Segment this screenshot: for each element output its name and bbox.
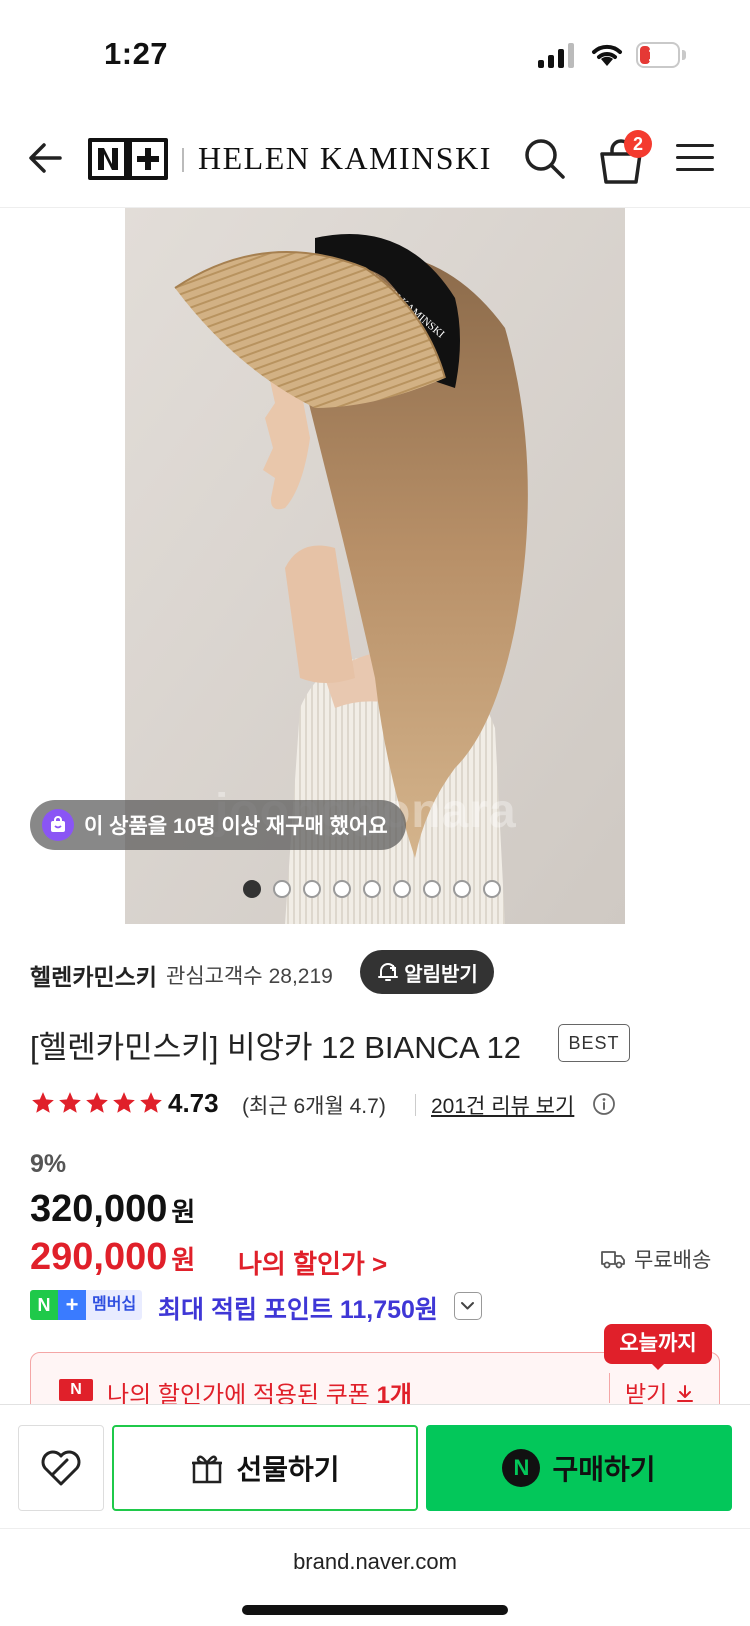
cellular-signal-icon bbox=[538, 42, 576, 68]
my-discount-link[interactable]: 나의 할인가 > bbox=[238, 1244, 387, 1281]
rating-stars bbox=[30, 1090, 164, 1116]
today-tag-pointer bbox=[650, 1362, 666, 1370]
coupon-n-icon: N bbox=[59, 1379, 93, 1401]
back-arrow-icon[interactable] bbox=[24, 136, 68, 180]
truck-icon bbox=[601, 1251, 625, 1269]
wifi-icon bbox=[592, 44, 622, 66]
status-bar: 1:27 10 bbox=[0, 0, 750, 110]
cart-button[interactable]: 2 bbox=[596, 130, 656, 186]
brand-title[interactable]: HELEN KAMINSKI bbox=[198, 140, 492, 177]
star-icon bbox=[59, 1092, 81, 1113]
repurchase-notice: 이 상품을 10명 이상 재구매 했어요 bbox=[30, 800, 406, 850]
star-icon bbox=[32, 1092, 54, 1113]
star-icon bbox=[140, 1092, 162, 1113]
coupon-divider bbox=[609, 1373, 610, 1403]
best-badge: BEST bbox=[558, 1024, 630, 1062]
points-expand-button[interactable] bbox=[454, 1292, 482, 1320]
cart-count-badge: 2 bbox=[624, 130, 652, 158]
currency-unit: 원 bbox=[171, 1197, 196, 1227]
shipping-label: 무료배송 bbox=[634, 1249, 712, 1272]
gift-icon bbox=[192, 1455, 223, 1484]
membership-row: N + 멤버십 최대 적립 포인트 11,750원 bbox=[30, 1290, 730, 1324]
gallery-dot[interactable] bbox=[303, 880, 321, 898]
wishlist-button[interactable] bbox=[18, 1425, 104, 1511]
bottom-action-bar: 선물하기 N 구매하기 bbox=[0, 1404, 750, 1528]
discount-rate: 9% bbox=[30, 1150, 67, 1178]
buy-button-label: 구매하기 bbox=[552, 1454, 656, 1485]
heart-icon bbox=[41, 1450, 81, 1486]
battery-icon: 10 bbox=[636, 42, 680, 68]
gift-button[interactable]: 선물하기 bbox=[112, 1425, 418, 1511]
alarm-button-label: 알림받기 bbox=[404, 963, 478, 986]
gallery-dot[interactable] bbox=[363, 880, 381, 898]
original-price: 320,000 원 bbox=[30, 1188, 195, 1231]
store-name[interactable]: 헬렌카민스키 bbox=[30, 958, 157, 992]
gallery-dot[interactable] bbox=[393, 880, 411, 898]
home-indicator[interactable] bbox=[242, 1605, 508, 1615]
naver-pay-icon: N bbox=[502, 1449, 541, 1487]
rating-divider bbox=[415, 1094, 416, 1116]
search-icon[interactable] bbox=[520, 134, 568, 182]
gallery-dot[interactable] bbox=[333, 880, 351, 898]
info-icon[interactable] bbox=[592, 1092, 616, 1116]
membership-label: 멤버십 bbox=[86, 1290, 143, 1320]
bell-plus-icon bbox=[378, 963, 399, 981]
max-points-text: 최대 적립 포인트 11,750원 bbox=[158, 1296, 438, 1324]
star-icon bbox=[86, 1092, 108, 1113]
original-price-value: 320,000 bbox=[30, 1188, 168, 1230]
gallery-dot[interactable] bbox=[423, 880, 441, 898]
shopping-bag-icon bbox=[42, 809, 74, 841]
repurchase-text: 이 상품을 10명 이상 재구매 했어요 bbox=[84, 815, 388, 838]
currency-unit: 원 bbox=[171, 1245, 196, 1275]
gallery-dot[interactable] bbox=[273, 880, 291, 898]
followers-value: 28,219 bbox=[268, 965, 333, 988]
gallery-dot[interactable] bbox=[483, 880, 501, 898]
download-icon bbox=[676, 1385, 693, 1402]
alarm-button[interactable]: 알림받기 bbox=[360, 950, 494, 994]
nplus-membership-badge: N + 멤버십 bbox=[30, 1290, 143, 1320]
status-time: 1:27 bbox=[104, 36, 169, 71]
membership-plus: + bbox=[58, 1290, 86, 1320]
followers-label: 관심고객수 bbox=[166, 965, 263, 988]
store-row: 헬렌카민스키 관심고객수 28,219 알림받기 bbox=[30, 950, 730, 996]
logo-divider bbox=[182, 148, 184, 172]
url-text[interactable]: brand.naver.com bbox=[0, 1549, 750, 1575]
rating-value: 4.73 bbox=[168, 1088, 219, 1118]
followers-count: 관심고객수 28,219 bbox=[166, 960, 333, 990]
gallery-dot[interactable] bbox=[243, 880, 261, 898]
nplus-logo-icon bbox=[92, 142, 164, 176]
sale-price-value: 290,000 bbox=[30, 1236, 168, 1278]
gallery-dot[interactable] bbox=[453, 880, 471, 898]
chevron-down-icon bbox=[461, 1302, 474, 1310]
nplus-store-logo[interactable] bbox=[88, 138, 168, 180]
buy-button[interactable]: N 구매하기 bbox=[426, 1425, 732, 1511]
menu-icon[interactable] bbox=[676, 140, 718, 176]
sale-price: 290,000 원 bbox=[30, 1236, 195, 1279]
free-shipping: 무료배송 bbox=[600, 1244, 711, 1274]
recent-rating: (최근 6개월 4.7) bbox=[242, 1095, 386, 1118]
header: HELEN KAMINSKI 2 bbox=[0, 112, 750, 208]
rating-row: 4.73 (최근 6개월 4.7) 201건 리뷰 보기 bbox=[30, 1084, 730, 1124]
gift-button-label: 선물하기 bbox=[236, 1454, 340, 1485]
today-only-tag: 오늘까지 bbox=[604, 1324, 712, 1364]
battery-level: 10 bbox=[647, 45, 669, 65]
gallery-pagination bbox=[243, 880, 501, 898]
browser-address-bar: brand.naver.com bbox=[0, 1528, 750, 1626]
star-icon bbox=[113, 1092, 135, 1113]
membership-n: N bbox=[30, 1290, 58, 1320]
review-link[interactable]: 201건 리뷰 보기 bbox=[431, 1090, 574, 1120]
product-title: [헬렌카민스키] 비앙카 12 BIANCA 12 bbox=[30, 1030, 522, 1065]
